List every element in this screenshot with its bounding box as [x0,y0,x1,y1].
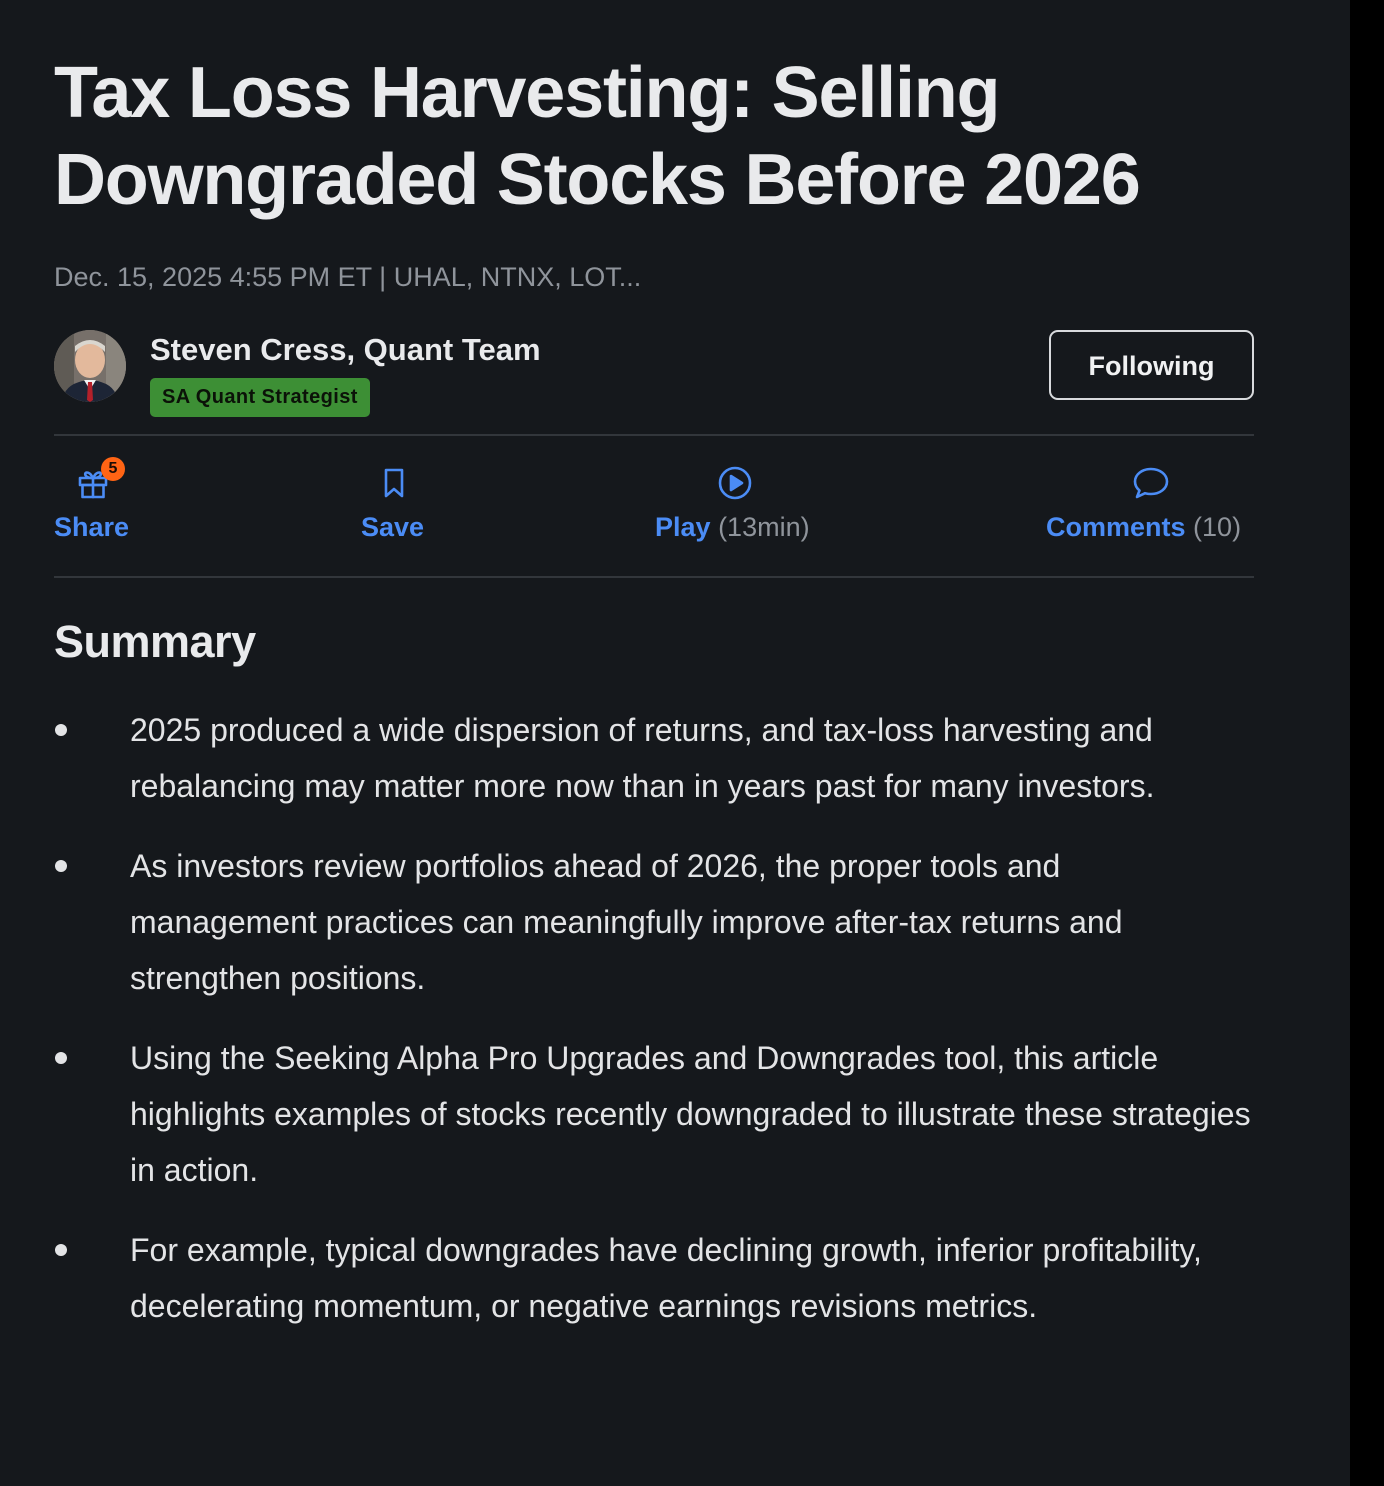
summary-list: 2025 produced a wide dispersion of retur… [54,702,1254,1334]
author-role-badge: SA Quant Strategist [150,378,370,417]
summary-item: Using the Seeking Alpha Pro Upgrades and… [54,1030,1254,1198]
bullet-icon [55,724,67,736]
bullet-icon [55,1244,67,1256]
article-title: Tax Loss Harvesting: Selling Downgraded … [54,53,1141,220]
share-label: Share [54,512,130,542]
summary-item-text: 2025 produced a wide dispersion of retur… [130,712,1155,804]
bullet-icon [55,860,67,872]
summary-item: For example, typical downgrades have dec… [54,1222,1254,1334]
comments-text: Comments [1046,512,1186,542]
save-label: Save [361,512,425,542]
summary-item-text: As investors review portfolios ahead of … [130,848,1123,996]
comments-count: (10) [1193,512,1242,542]
comments-label: Comments (10) [1046,510,1241,544]
summary-heading: Summary [54,616,256,667]
play-duration: (13min) [718,512,810,542]
article-actions-bar: 5 Share Save Play (13min) Comments (10) [54,436,1254,576]
play-circle-icon [718,466,752,500]
article-meta: Dec. 15, 2025 4:55 PM ET | UHAL, NTNX, L… [54,262,642,292]
summary-item-text: Using the Seeking Alpha Pro Upgrades and… [130,1040,1251,1188]
summary-item-text: For example, typical downgrades have dec… [130,1232,1202,1324]
play-text: Play [655,512,711,542]
bullet-icon [55,1052,67,1064]
author-name[interactable]: Steven Cress, Quant Team [150,330,541,370]
following-button[interactable]: Following [1049,330,1254,400]
bookmark-icon [377,466,411,500]
summary-item: 2025 produced a wide dispersion of retur… [54,702,1254,814]
share-notification-badge: 5 [101,457,125,481]
divider-bottom [54,576,1254,578]
author-avatar[interactable] [54,330,126,402]
author-row: Steven Cress, Quant Team SA Quant Strate… [54,310,1254,434]
article-content: Tax Loss Harvesting: Selling Downgraded … [54,0,1254,1358]
play-label: Play (13min) [655,510,810,544]
article-page: Tax Loss Harvesting: Selling Downgraded … [0,0,1350,1486]
speech-bubble-icon [1132,466,1169,500]
summary-item: As investors review portfolios ahead of … [54,838,1254,1006]
